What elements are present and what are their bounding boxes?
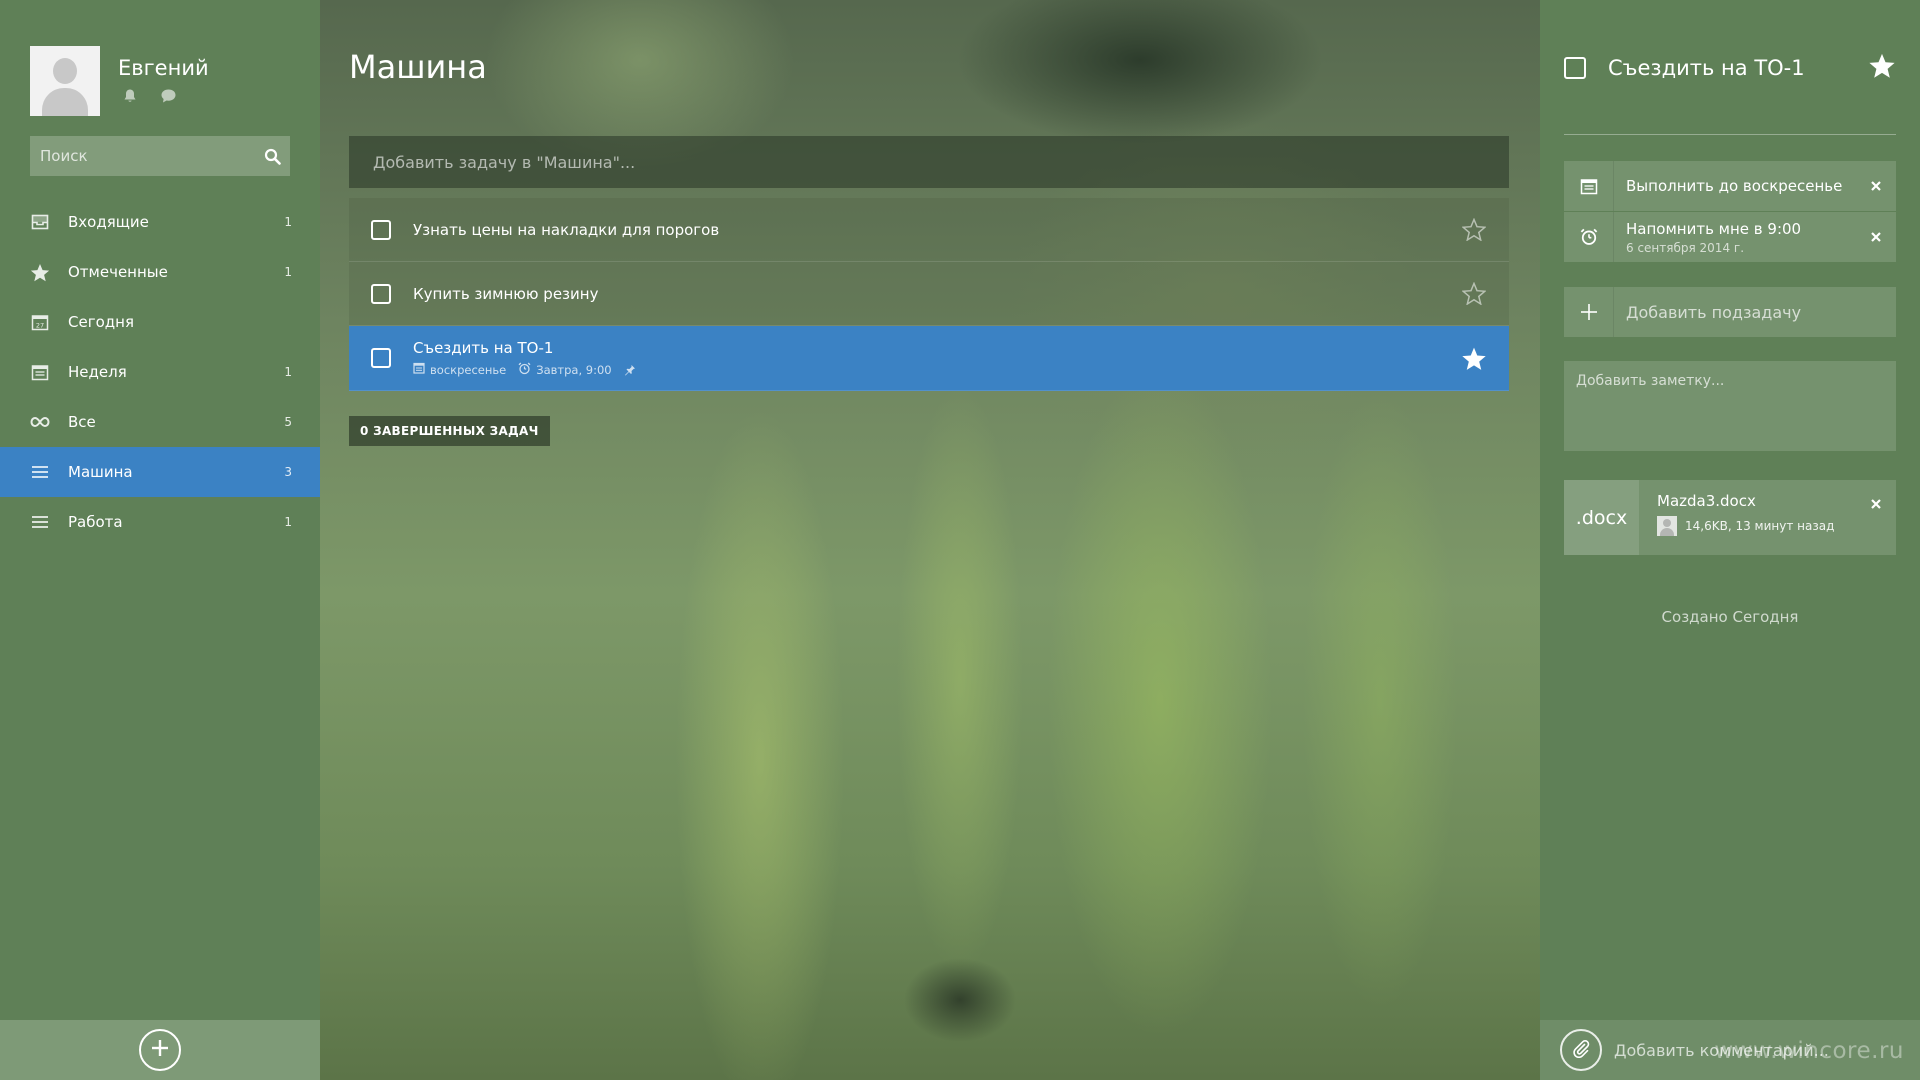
list-icon: [30, 462, 50, 482]
close-icon[interactable]: [1856, 231, 1896, 243]
sidebar-footer: [0, 1020, 320, 1080]
sidebar-nav: Входящие 1 Отмеченные 1 27 Сегодня Недел…: [0, 197, 320, 547]
created-label: Создано Сегодня: [1661, 608, 1799, 626]
sidebar-item-count: 1: [284, 265, 292, 279]
bell-icon[interactable]: [122, 88, 138, 108]
sidebar-item-count: 1: [284, 515, 292, 529]
sidebar-item-label: Входящие: [68, 213, 149, 231]
add-subtask-row[interactable]: Добавить подзадачу: [1564, 287, 1896, 337]
sidebar-item-count: 1: [284, 365, 292, 379]
svg-text:27: 27: [36, 321, 44, 329]
add-task-input[interactable]: [349, 136, 1509, 188]
due-date-label: Выполнить до воскресенье: [1626, 177, 1843, 195]
sidebar-item-rabota[interactable]: Работа 1: [0, 497, 320, 547]
star-filled-icon[interactable]: [1461, 345, 1487, 371]
calendar-today-icon: 27: [30, 312, 50, 332]
task-meta: воскресенье Завтра, 9:00: [413, 362, 1461, 378]
sidebar-item-count: 1: [284, 215, 292, 229]
sidebar-item-label: Работа: [68, 513, 123, 531]
add-subtask-placeholder[interactable]: Добавить подзадачу: [1614, 303, 1896, 322]
add-list-icon: [150, 1038, 170, 1062]
paperclip-icon: [1571, 1038, 1591, 1062]
task-checkbox[interactable]: [371, 283, 391, 304]
task-row[interactable]: Узнать цены на накладки для порогов: [349, 198, 1509, 262]
calendar-icon: [1564, 161, 1614, 211]
add-task-bar: [349, 136, 1509, 188]
star-outline-icon[interactable]: [1461, 217, 1487, 243]
task-title[interactable]: Купить зимнюю резину: [413, 285, 1461, 303]
sidebar-item-label: Машина: [68, 463, 133, 481]
avatar: [1657, 516, 1677, 536]
infinity-icon: [30, 412, 50, 432]
pin-icon: [624, 364, 636, 376]
task-checkbox[interactable]: [371, 219, 391, 240]
sidebar-item-starred[interactable]: Отмеченные 1: [0, 247, 320, 297]
task-checkbox[interactable]: [371, 348, 391, 368]
alarm-icon: [518, 362, 531, 378]
detail-title[interactable]: Съездить на ТО-1: [1608, 56, 1868, 80]
sidebar-item-mashina[interactable]: Машина 3: [0, 447, 320, 497]
star-outline-icon[interactable]: [1461, 281, 1487, 307]
detail-checkbox[interactable]: [1564, 56, 1586, 79]
file-meta: 14,6KB, 13 минут назад: [1685, 519, 1835, 533]
note-input[interactable]: [1564, 361, 1896, 451]
main-panel: Машина Узнать цены на накладки для порог…: [320, 0, 1540, 1080]
task-list: Узнать цены на накладки для порогов Купи…: [349, 198, 1509, 391]
task-title[interactable]: Съездить на ТО-1: [413, 339, 1461, 357]
search-box: [30, 136, 290, 176]
close-icon[interactable]: [1856, 480, 1896, 555]
task-reminder: Завтра, 9:00: [536, 362, 612, 377]
attach-button[interactable]: [1560, 1029, 1602, 1071]
list-icon: [30, 512, 50, 532]
detail-header: Съездить на ТО-1: [1564, 52, 1896, 83]
sidebar-item-label: Сегодня: [68, 313, 134, 331]
search-icon[interactable]: [254, 136, 290, 176]
task-row-selected[interactable]: Съездить на ТО-1 воскресенье Завтра, 9:0…: [349, 326, 1509, 391]
file-type-badge: .docx: [1564, 480, 1639, 555]
sidebar-item-inbox[interactable]: Входящие 1: [0, 197, 320, 247]
plus-icon: [1564, 287, 1614, 337]
star-icon: [30, 262, 50, 282]
task-row[interactable]: Купить зимнюю резину: [349, 262, 1509, 326]
add-list-button[interactable]: [139, 1029, 181, 1071]
sidebar-item-all[interactable]: Все 5: [0, 397, 320, 447]
username[interactable]: Евгений: [118, 56, 209, 80]
sidebar-item-count: 3: [284, 465, 292, 479]
task-title[interactable]: Узнать цены на накладки для порогов: [413, 221, 1461, 239]
file-attachment[interactable]: .docx Mazda3.docx 14,6KB, 13 минут назад: [1564, 480, 1896, 555]
sidebar: Евгений Входящие 1: [0, 0, 320, 1080]
calendar-week-icon: [30, 362, 50, 382]
sidebar-item-count: 5: [284, 415, 292, 429]
watermark: www.wincore.ru: [1714, 1038, 1904, 1064]
sidebar-item-label: Неделя: [68, 363, 127, 381]
close-icon[interactable]: [1856, 180, 1896, 192]
reminder-label: Напомнить мне в 9:00: [1626, 219, 1802, 238]
completed-tasks-button[interactable]: 0 ЗАВЕРШЕННЫХ ЗАДАЧ: [349, 416, 550, 446]
alarm-icon: [1564, 212, 1614, 262]
sidebar-item-today[interactable]: 27 Сегодня: [0, 297, 320, 347]
calendar-icon: [413, 362, 425, 377]
inbox-icon: [30, 212, 50, 232]
task-detail-panel: Съездить на ТО-1 Выполнить до воскресень…: [1540, 0, 1920, 1080]
sidebar-item-label: Все: [68, 413, 96, 431]
sidebar-item-week[interactable]: Неделя 1: [0, 347, 320, 397]
task-due-date: воскресенье: [430, 362, 507, 377]
avatar[interactable]: [30, 46, 100, 116]
sidebar-item-label: Отмеченные: [68, 263, 168, 281]
divider: [1564, 134, 1896, 135]
reminder-date: 6 сентября 2014 г.: [1626, 240, 1745, 255]
reminder-row[interactable]: Напомнить мне в 9:00 6 сентября 2014 г.: [1564, 212, 1896, 262]
chat-icon[interactable]: [160, 88, 177, 108]
due-date-row[interactable]: Выполнить до воскресенье: [1564, 161, 1896, 211]
search-input[interactable]: [30, 136, 254, 176]
star-filled-icon[interactable]: [1868, 52, 1896, 83]
user-profile: Евгений: [30, 46, 209, 116]
file-name[interactable]: Mazda3.docx: [1657, 492, 1856, 510]
list-title: Машина: [349, 48, 487, 86]
